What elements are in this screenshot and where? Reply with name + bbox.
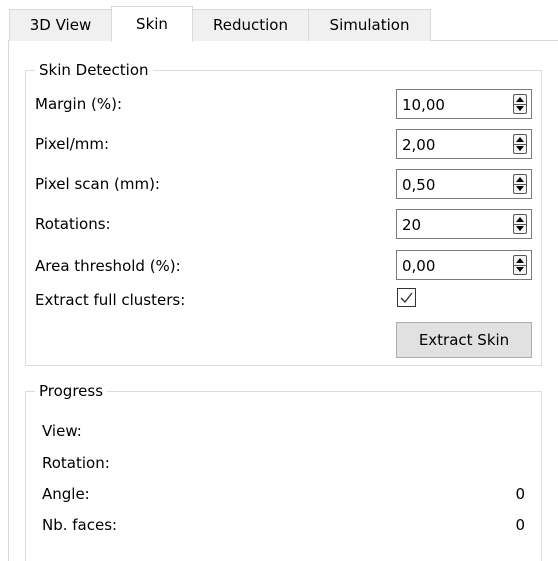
- skin-detection-title: Skin Detection: [35, 60, 153, 80]
- margin-spinbox[interactable]: 10,00: [396, 89, 532, 119]
- extract-skin-button[interactable]: Extract Skin: [396, 322, 532, 358]
- pixel-mm-value[interactable]: 2,00: [402, 135, 435, 155]
- pixel-mm-spinbox[interactable]: 2,00: [396, 129, 532, 159]
- extract-full-clusters-label: Extract full clusters:: [35, 291, 186, 309]
- margin-spin-buttons[interactable]: [513, 94, 527, 114]
- pixel-scan-spinbox[interactable]: 0,50: [396, 169, 532, 199]
- area-threshold-spinbox[interactable]: 0,00: [396, 250, 532, 280]
- area-threshold-label: Area threshold (%):: [35, 257, 181, 275]
- pixel-mm-label: Pixel/mm:: [35, 135, 110, 153]
- tab-3d-view[interactable]: 3D View: [9, 9, 112, 41]
- area-threshold-value[interactable]: 0,00: [402, 256, 435, 276]
- pixel-scan-label: Pixel scan (mm):: [35, 175, 160, 193]
- area-threshold-spin-buttons[interactable]: [513, 255, 527, 275]
- margin-label: Margin (%):: [35, 95, 123, 113]
- progress-title: Progress: [35, 381, 108, 401]
- rotations-spin-buttons[interactable]: [513, 214, 527, 234]
- tab-reduction[interactable]: Reduction: [192, 9, 309, 41]
- spin-down-arrow-icon[interactable]: [514, 144, 526, 153]
- progress-faces-value: 0: [515, 516, 525, 534]
- rotations-spinbox[interactable]: 20: [396, 209, 532, 239]
- progress-faces-label: Nb. faces:: [42, 516, 118, 534]
- pixel-scan-value[interactable]: 0,50: [402, 175, 435, 195]
- tab-bar: 3D View Skin Reduction Simulation: [0, 0, 558, 561]
- spin-down-arrow-icon[interactable]: [514, 265, 526, 274]
- progress-angle-label: Angle:: [42, 485, 90, 503]
- progress-group: Progress: [25, 381, 542, 561]
- pixel-mm-spin-buttons[interactable]: [513, 134, 527, 154]
- rotations-label: Rotations:: [35, 215, 111, 233]
- tab-simulation[interactable]: Simulation: [308, 9, 431, 41]
- rotations-value[interactable]: 20: [402, 215, 421, 235]
- spin-down-arrow-icon[interactable]: [514, 224, 526, 233]
- spin-down-arrow-icon[interactable]: [514, 184, 526, 193]
- margin-value[interactable]: 10,00: [402, 95, 445, 115]
- progress-view-label: View:: [42, 422, 82, 440]
- pixel-scan-spin-buttons[interactable]: [513, 174, 527, 194]
- progress-angle-value: 0: [515, 485, 525, 503]
- tab-skin[interactable]: Skin: [111, 6, 193, 42]
- progress-rotation-label: Rotation:: [42, 454, 110, 472]
- spin-down-arrow-icon[interactable]: [514, 104, 526, 113]
- checkmark-icon: [400, 292, 413, 304]
- extract-full-clusters-checkbox[interactable]: [397, 288, 416, 307]
